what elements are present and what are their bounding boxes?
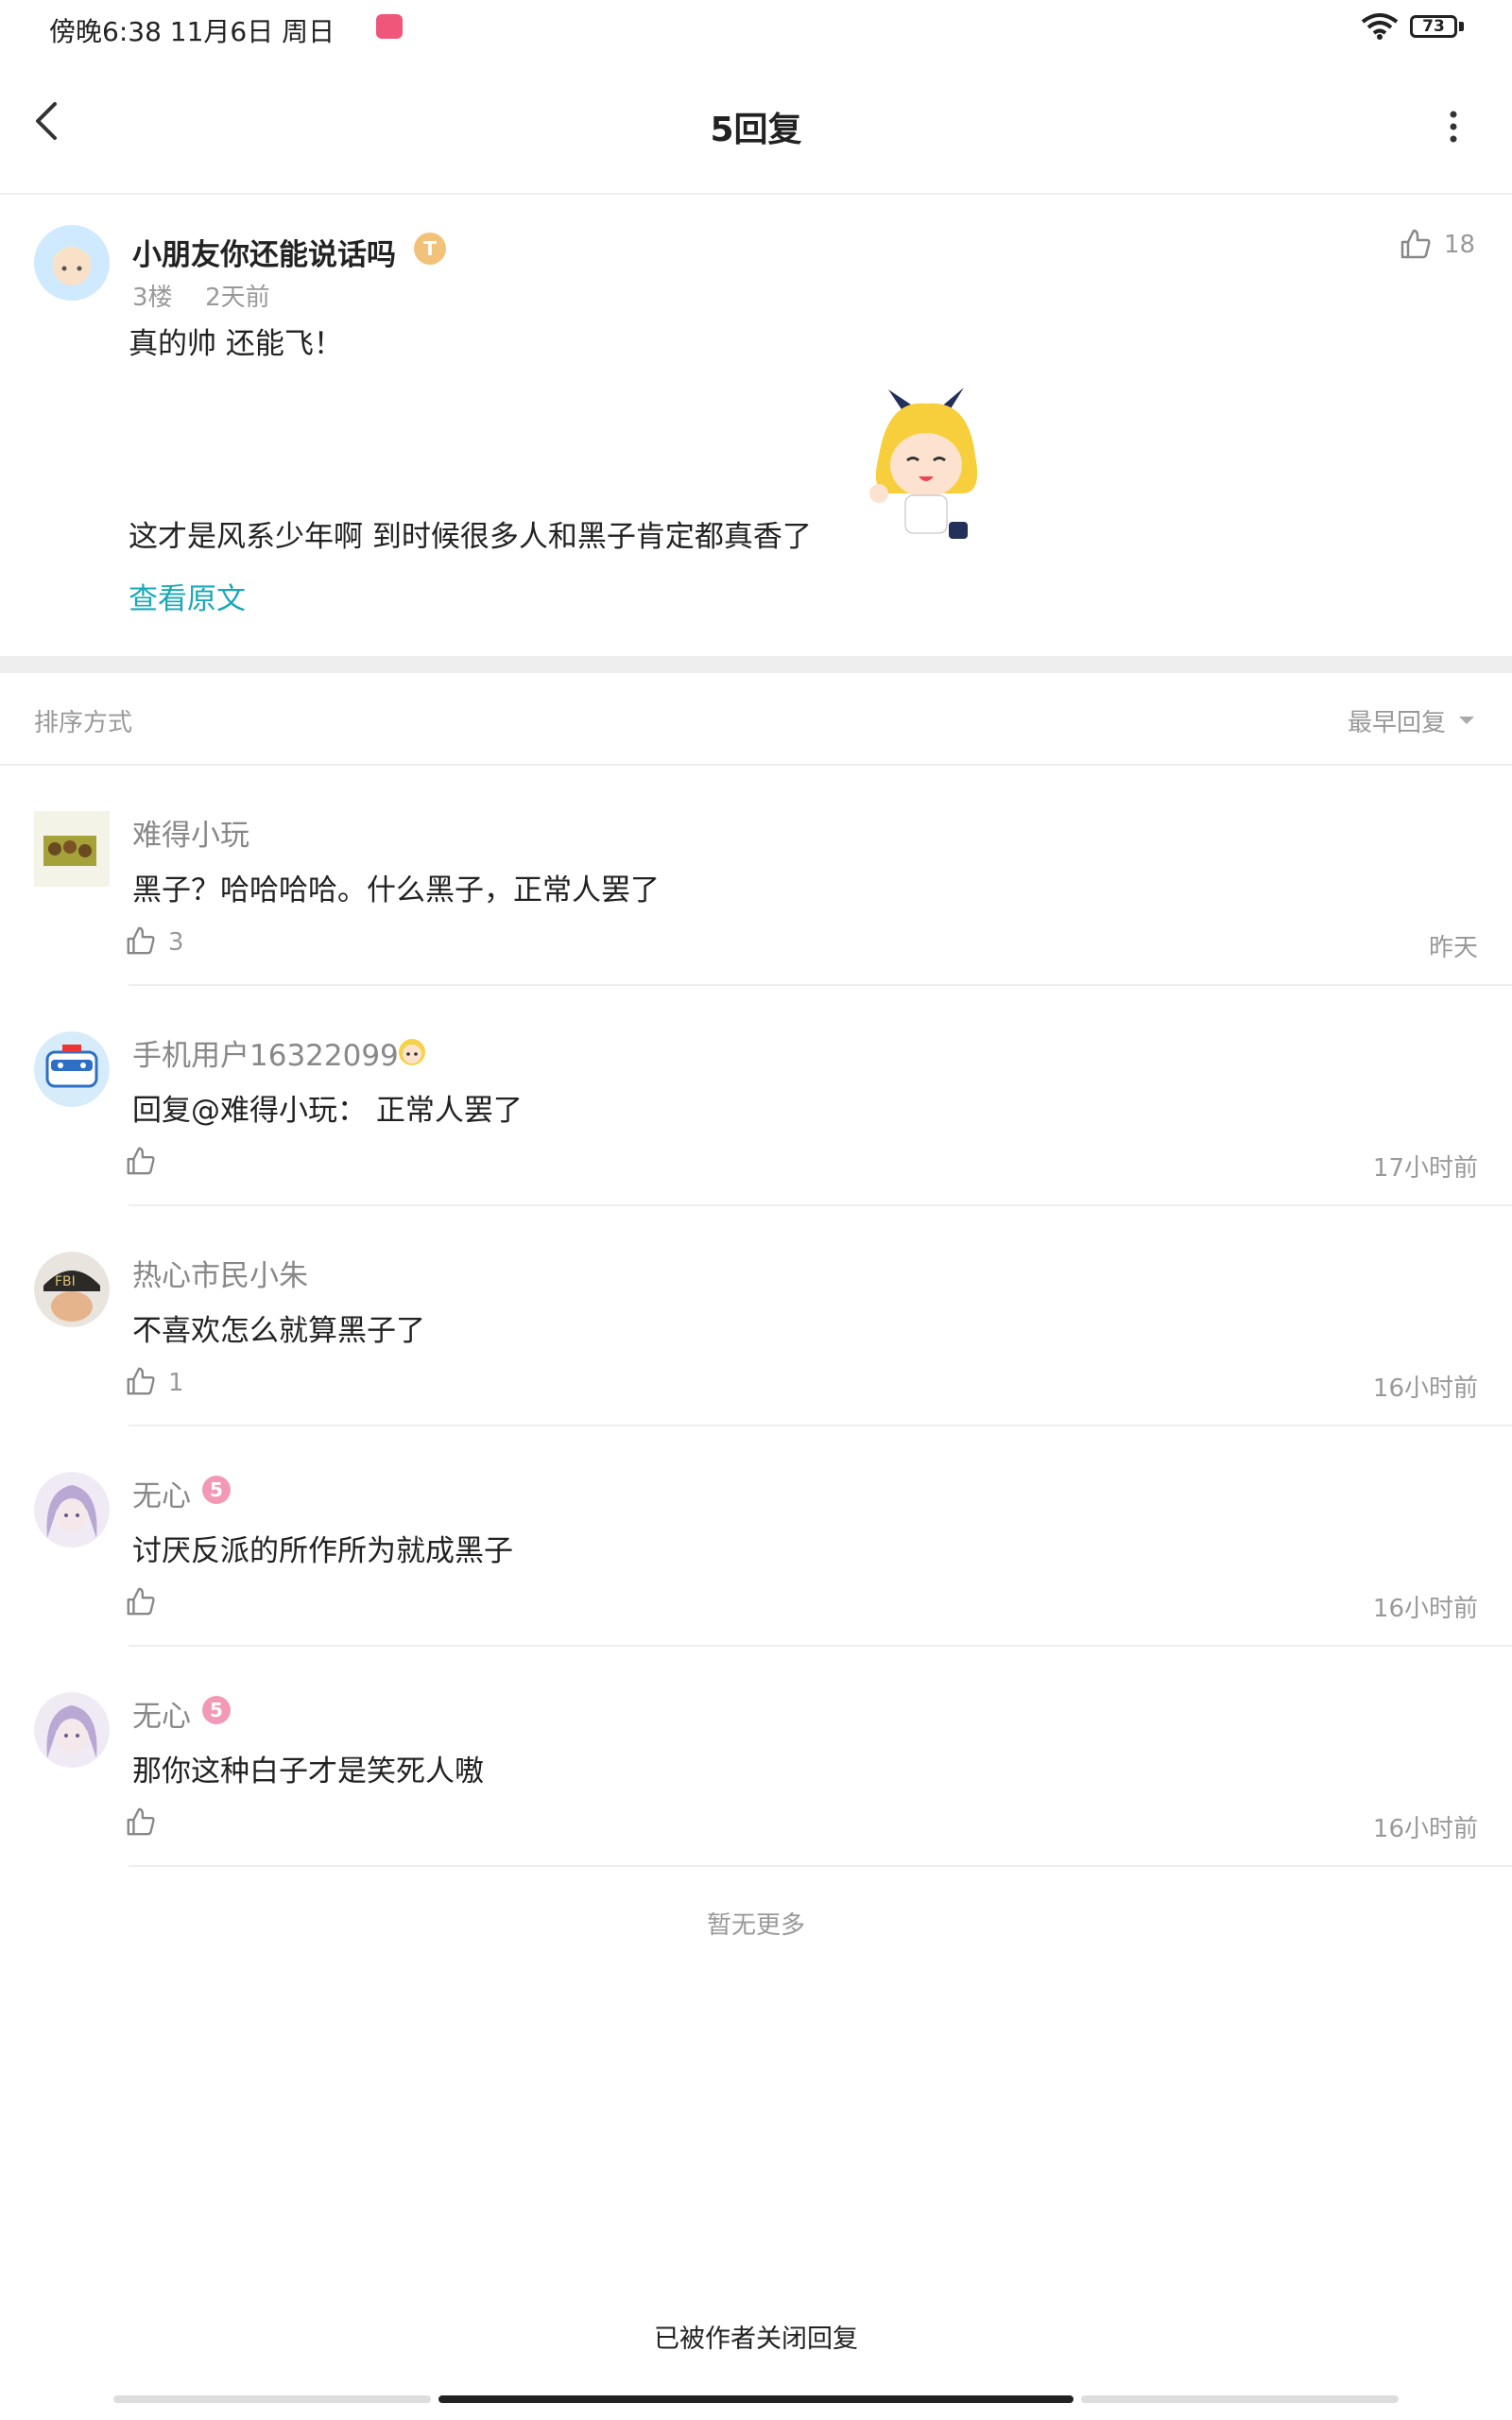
level-badge-icon: 5 bbox=[202, 1476, 231, 1504]
like-button[interactable]: 1 bbox=[125, 1365, 184, 1401]
page-indicator-active[interactable] bbox=[438, 2395, 1074, 2403]
sort-label: 排序方式 bbox=[34, 709, 133, 737]
avatar[interactable] bbox=[34, 225, 110, 301]
reply-to-label[interactable]: 回复@难得小玩： bbox=[132, 1094, 367, 1128]
more-options-icon[interactable] bbox=[1446, 110, 1461, 144]
reply-body: 正常人罢了 bbox=[375, 1094, 523, 1128]
no-more-label: 暂无更多 bbox=[706, 1911, 805, 1940]
username[interactable]: 小朋友你还能说话吗 bbox=[132, 231, 396, 273]
post-time: 2天前 bbox=[205, 284, 270, 312]
sort-bar: 排序方式 最早回复 bbox=[0, 673, 1512, 766]
replies-closed-notice: 已被作者关闭回复 bbox=[654, 2325, 858, 2354]
comment-text: 这才是风系少年啊 到时候很多人和黑子肯定都真香了 bbox=[129, 520, 812, 554]
reply-item: 无心 5 讨厌反派的所作所为就成黑子 16小时前 bbox=[0, 1426, 1512, 1647]
reply-body: 那你这种白子才是笑死人嗷 bbox=[132, 1754, 484, 1789]
like-button[interactable]: 18 bbox=[1399, 227, 1475, 265]
app-notification-icon bbox=[376, 14, 403, 39]
floor-number: 3楼 bbox=[132, 284, 173, 312]
reply-body: 黑子？哈哈哈哈。什么黑子，正常人罢了 bbox=[132, 873, 660, 908]
reply-time: 17小时前 bbox=[1372, 1154, 1478, 1183]
view-original-link[interactable]: 查看原文 bbox=[129, 575, 246, 617]
post-meta: 3楼 2天前 bbox=[132, 278, 270, 313]
reply-username[interactable]: 难得小玩 bbox=[132, 811, 249, 854]
reply-username[interactable]: 手机用户16322099 bbox=[132, 1031, 399, 1074]
svg-text:FBI: FBI bbox=[55, 1274, 76, 1289]
thumbs-up-icon bbox=[127, 1807, 155, 1836]
avatar[interactable]: FBI bbox=[34, 1252, 110, 1327]
thumbs-up-icon bbox=[127, 1587, 155, 1616]
like-button[interactable]: 3 bbox=[125, 925, 184, 960]
reply-body: 讨厌反派的所作所为就成黑子 bbox=[132, 1534, 513, 1568]
row-divider bbox=[129, 1865, 1512, 1867]
reply-time: 16小时前 bbox=[1372, 1595, 1478, 1623]
like-count: 1 bbox=[168, 1369, 184, 1397]
thumbs-up-icon bbox=[1400, 229, 1431, 259]
reply-text: 回复@难得小玩： 正常人罢了 bbox=[132, 1086, 523, 1129]
avatar[interactable] bbox=[34, 811, 110, 887]
thumbs-up-icon bbox=[127, 1147, 155, 1175]
page-title: 5回复 bbox=[710, 111, 802, 149]
like-button[interactable] bbox=[125, 1145, 157, 1181]
like-count: 18 bbox=[1444, 231, 1476, 259]
reply-username[interactable]: 热心市民小朱 bbox=[132, 1252, 308, 1294]
reply-text: 讨厌反派的所作所为就成黑子 bbox=[132, 1527, 513, 1569]
reply-text: 黑子？哈哈哈哈。什么黑子，正常人罢了 bbox=[132, 866, 660, 908]
reply-username[interactable]: 无心 bbox=[132, 1692, 191, 1735]
wifi-icon bbox=[1361, 13, 1399, 40]
level-badge: T bbox=[414, 233, 446, 265]
reply-time: 16小时前 bbox=[1372, 1815, 1478, 1843]
status-bar: 傍晚6:38 11月6日 周日 73 bbox=[0, 0, 1512, 57]
like-count: 3 bbox=[168, 928, 184, 957]
anime-sticker-image bbox=[869, 388, 978, 539]
reply-item: 手机用户16322099 回复@难得小玩： 正常人罢了 17小时前 bbox=[0, 986, 1512, 1206]
level-badge-icon: 5 bbox=[202, 1696, 231, 1724]
caret-down-icon[interactable] bbox=[1457, 715, 1476, 726]
page-indicator-right bbox=[1081, 2395, 1399, 2403]
battery-tip bbox=[1459, 22, 1464, 31]
page-indicator-left bbox=[113, 2395, 431, 2403]
sort-order-dropdown[interactable]: 最早回复 bbox=[1348, 703, 1446, 738]
reply-item: FBI 热心市民小朱 不喜欢怎么就算黑子了 1 16小时前 bbox=[0, 1206, 1512, 1426]
reply-username[interactable]: 无心 bbox=[132, 1472, 191, 1514]
battery-icon: 73 bbox=[1410, 15, 1457, 38]
like-button[interactable] bbox=[125, 1585, 157, 1621]
comment-text: 真的帅 还能飞！ bbox=[129, 327, 343, 361]
status-time: 傍晚6:38 11月6日 周日 bbox=[49, 16, 335, 47]
avatar[interactable] bbox=[34, 1031, 110, 1107]
reply-text: 那你这种白子才是笑死人嗷 bbox=[132, 1747, 484, 1789]
top-nav-bar: 5回复 bbox=[0, 57, 1512, 195]
section-divider bbox=[0, 656, 1512, 673]
reply-text: 不喜欢怎么就算黑子了 bbox=[132, 1306, 425, 1349]
reply-time: 昨天 bbox=[1428, 934, 1478, 962]
reply-body: 不喜欢怎么就算黑子了 bbox=[132, 1314, 425, 1348]
reply-item: 无心 5 那你这种白子才是笑死人嗷 16小时前 bbox=[0, 1647, 1512, 1867]
main-comment: 小朋友你还能说话吗 T 18 3楼 2天前 真的帅 还能飞！ 这才是风系少年啊 … bbox=[0, 195, 1512, 656]
reply-item: 难得小玩 黑子？哈哈哈哈。什么黑子，正常人罢了 3 昨天 bbox=[0, 766, 1512, 986]
like-button[interactable] bbox=[125, 1806, 157, 1841]
reply-time: 16小时前 bbox=[1372, 1374, 1478, 1403]
avatar[interactable] bbox=[34, 1692, 110, 1768]
thumbs-up-icon bbox=[127, 1367, 155, 1395]
thumbs-up-icon bbox=[127, 926, 155, 955]
user-badge-icon bbox=[399, 1039, 425, 1065]
avatar[interactable] bbox=[34, 1472, 110, 1547]
